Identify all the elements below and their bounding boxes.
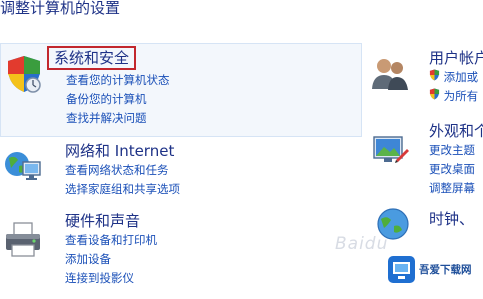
link-add-device[interactable]: 添加设备 <box>65 250 157 269</box>
display-icon <box>373 136 409 163</box>
category-system-security[interactable]: 系统和安全 查看您的计算机状态 备份您的计算机 查找并解决问题 <box>0 43 362 137</box>
category-appearance-personalization[interactable]: 外观和个 更改主题 更改桌面 调整屏幕 <box>368 120 483 200</box>
baidu-watermark: Baidu <box>335 234 389 254</box>
category-title-user-accounts[interactable]: 用户帐户 <box>429 49 483 67</box>
link-label: 为所有 <box>443 89 479 103</box>
uac-shield-icon <box>429 69 440 81</box>
link-find-fix-problems[interactable]: 查找并解决问题 <box>66 109 170 128</box>
category-title-appearance[interactable]: 外观和个 <box>429 122 483 140</box>
link-view-network-status[interactable]: 查看网络状态和任务 <box>65 161 180 180</box>
link-change-theme[interactable]: 更改主题 <box>429 141 475 160</box>
link-adjust-resolution[interactable]: 调整屏幕 <box>429 179 475 198</box>
uac-shield-icon <box>429 88 440 100</box>
link-devices-printers[interactable]: 查看设备和打印机 <box>65 231 157 250</box>
site-logo-text: 吾爱下载网 <box>419 263 472 276</box>
network-globe-icon <box>5 152 41 180</box>
link-view-computer-status[interactable]: 查看您的计算机状态 <box>66 71 170 90</box>
category-title-system-security[interactable]: 系统和安全 <box>47 46 137 70</box>
shield-icon <box>8 56 41 93</box>
link-change-desktop-background[interactable]: 更改桌面 <box>429 160 475 179</box>
category-title-hardware-sound[interactable]: 硬件和声音 <box>65 212 140 230</box>
link-connect-projector[interactable]: 连接到投影仪 <box>65 269 157 288</box>
link-homegroup-sharing[interactable]: 选择家庭组和共享选项 <box>65 180 180 199</box>
page-title: 调整计算机的设置 <box>0 0 121 17</box>
category-hardware-sound[interactable]: 硬件和声音 查看设备和打印机 添加设备 连接到投影仪 <box>0 210 360 299</box>
users-icon <box>372 59 408 90</box>
category-title-clock-region[interactable]: 时钟、 <box>429 210 474 228</box>
site-watermark-logo: 吾爱下载网 <box>387 252 481 286</box>
category-user-accounts[interactable]: 用户帐户 添加或 为所有 <box>368 43 483 123</box>
link-backup-computer[interactable]: 备份您的计算机 <box>66 90 170 109</box>
link-parental-controls[interactable]: 为所有 <box>429 87 478 106</box>
site-logo-icon <box>388 255 415 283</box>
link-label: 添加或 <box>443 70 479 84</box>
link-add-or-remove-accounts[interactable]: 添加或 <box>429 68 478 87</box>
category-title-network-internet[interactable]: 网络和 Internet <box>65 142 174 160</box>
category-network-internet[interactable]: 网络和 Internet 查看网络状态和任务 选择家庭组和共享选项 <box>0 140 360 210</box>
printer-icon <box>6 222 40 257</box>
